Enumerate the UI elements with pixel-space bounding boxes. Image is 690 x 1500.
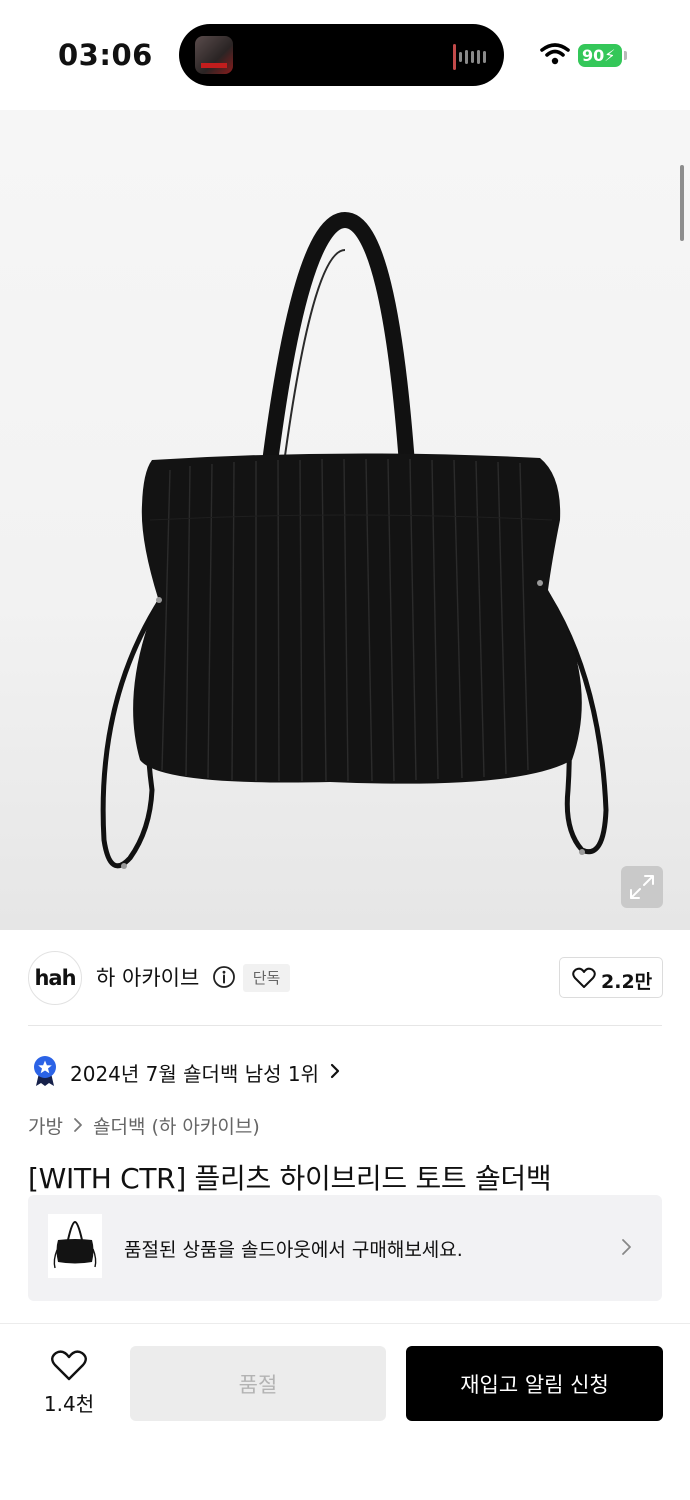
exclusive-tag: 단독 <box>243 964 290 992</box>
chevron-right-icon[interactable] <box>328 1062 342 1080</box>
scroll-indicator[interactable] <box>680 165 684 241</box>
bottom-bar-divider <box>0 1323 690 1324</box>
breadcrumb-chevron-icon <box>74 1118 82 1132</box>
soldout-banner-text: 품절된 상품을 솔드아웃에서 구매해보세요. <box>124 1239 463 1261</box>
brand-like-button[interactable]: 2.2만 <box>559 957 663 998</box>
expand-image-button[interactable] <box>621 866 663 908</box>
expand-icon <box>630 875 654 899</box>
info-icon[interactable] <box>212 965 236 989</box>
wishlist-heart-icon[interactable] <box>50 1350 88 1382</box>
status-bar: 03:06 90⚡ <box>0 0 690 110</box>
wifi-icon <box>540 43 570 65</box>
dynamic-island[interactable] <box>179 24 504 86</box>
soldout-button: 품절 <box>130 1346 386 1421</box>
audio-waveform-icon <box>453 44 486 70</box>
chevron-right-icon <box>622 1239 631 1255</box>
ranking-link[interactable]: 2024년 7월 숄더백 남성 1위 <box>70 1058 319 1087</box>
heart-icon <box>572 967 596 988</box>
product-title: [WITH CTR] 플리츠 하이브리드 토트 숄더백 <box>28 1162 552 1195</box>
product-image-carousel[interactable] <box>0 110 690 930</box>
divider <box>28 1025 662 1026</box>
breadcrumb-category[interactable]: 가방 <box>28 1112 63 1139</box>
restock-alert-button[interactable]: 재입고 알림 신청 <box>406 1346 663 1421</box>
wishlist-count: 1.4천 <box>43 1392 95 1416</box>
battery-level: 90 <box>582 46 605 65</box>
soldout-marketplace-banner[interactable]: 품절된 상품을 솔드아웃에서 구매해보세요. <box>28 1195 662 1301</box>
ranking-badge-icon <box>34 1056 56 1086</box>
product-image <box>100 211 609 869</box>
now-playing-album-art <box>195 36 233 74</box>
battery-indicator: 90⚡ <box>578 44 627 67</box>
brand-like-count: 2.2만 <box>601 971 653 993</box>
brand-logo[interactable]: hah <box>28 951 82 1005</box>
breadcrumb-subcategory[interactable]: 숄더백 (하 아카이브) <box>93 1112 260 1139</box>
brand-name[interactable]: 하 아카이브 <box>96 962 199 992</box>
status-time: 03:06 <box>58 38 153 72</box>
banner-product-thumbnail <box>48 1214 102 1278</box>
